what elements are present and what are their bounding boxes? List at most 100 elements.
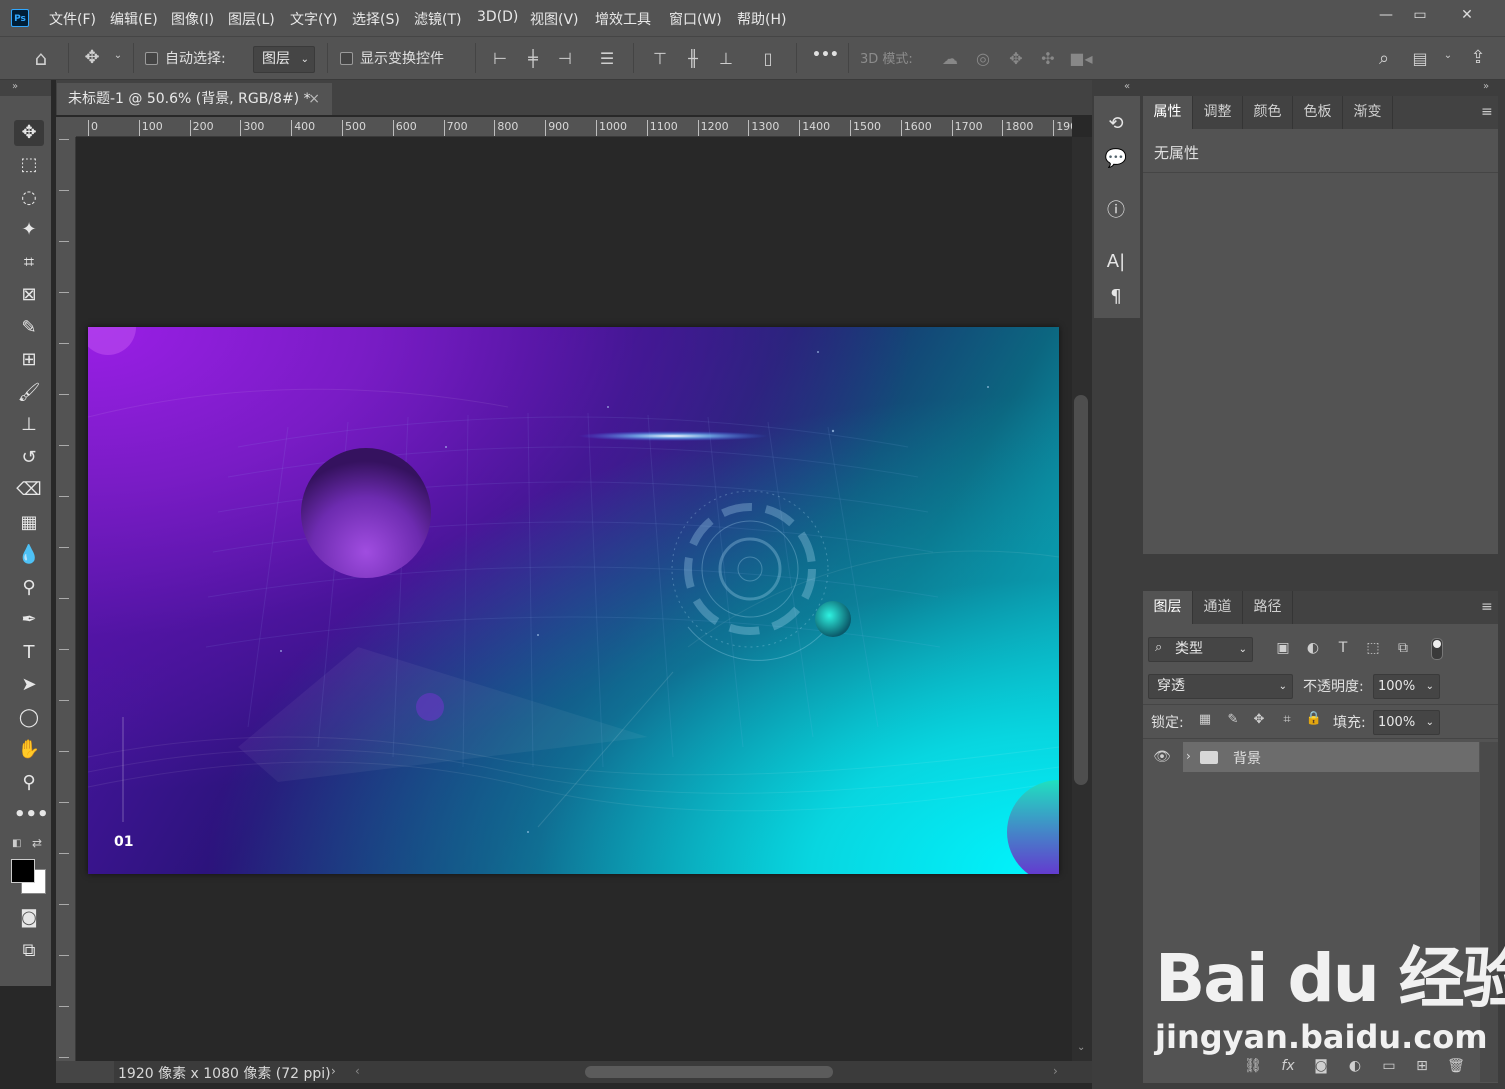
lock-artboard-icon[interactable]: ⌗	[1278, 712, 1296, 727]
fill-input[interactable]: 100% ⌄	[1373, 710, 1440, 735]
menu-filter[interactable]: 滤镜(T)	[414, 9, 461, 29]
collapse-dock-icon[interactable]: «	[1124, 81, 1130, 92]
menu-file[interactable]: 文件(F)	[49, 9, 96, 29]
marquee-tool-icon[interactable]: ⬚	[14, 152, 44, 178]
align-right-icon[interactable]: ⊣	[554, 49, 576, 68]
search-icon[interactable]: ⌕	[1372, 48, 1396, 69]
history-brush-tool-icon[interactable]: ↺	[14, 445, 44, 471]
link-layers-icon[interactable]: ⛓	[1243, 1058, 1263, 1074]
roll-3d-icon[interactable]: ◎	[971, 49, 995, 68]
ellipse-tool-icon[interactable]: ◯	[14, 705, 44, 731]
tab-layers[interactable]: 图层	[1143, 591, 1193, 624]
close-tab-icon[interactable]: ×	[308, 83, 320, 115]
menu-select[interactable]: 选择(S)	[352, 9, 400, 29]
type-tool-icon[interactable]: T	[14, 640, 44, 666]
tab-adjustments[interactable]: 调整	[1193, 96, 1243, 129]
scroll-left-icon[interactable]: ‹	[355, 1064, 360, 1078]
pen-tool-icon[interactable]: ✒	[14, 607, 44, 633]
scale-3d-icon[interactable]: ■◂	[1068, 49, 1094, 68]
edit-toolbar-icon[interactable]: •••	[14, 802, 49, 828]
photoshop-logo-icon[interactable]: Ps	[11, 9, 29, 27]
foreground-color-swatch[interactable]	[11, 859, 35, 883]
layer-filter-select[interactable]: 类型 ⌄	[1148, 637, 1253, 662]
add-mask-icon[interactable]: ◙	[1311, 1058, 1331, 1074]
filter-type-icon[interactable]: T	[1333, 640, 1353, 656]
brush-tool-icon[interactable]: 🖌	[14, 380, 44, 406]
frame-tool-icon[interactable]: ⊠	[14, 282, 44, 308]
hand-tool-icon[interactable]: ✋	[14, 737, 44, 763]
filter-toggle[interactable]	[1431, 638, 1443, 660]
chevron-down-icon[interactable]: ⌄	[111, 50, 125, 61]
new-layer-icon[interactable]: ⊞	[1412, 1058, 1432, 1074]
tab-properties[interactable]: 属性	[1143, 96, 1193, 129]
blend-mode-select[interactable]: 穿透 ⌄	[1148, 674, 1293, 699]
magic-wand-tool-icon[interactable]: ✦	[14, 217, 44, 243]
scroll-down-icon[interactable]: ⌄	[1077, 1042, 1085, 1053]
filter-adjustment-icon[interactable]: ◐	[1303, 640, 1323, 656]
distribute-vertical-icon[interactable]: ▯	[757, 49, 779, 68]
menu-help[interactable]: 帮助(H)	[737, 9, 786, 29]
quick-mask-icon[interactable]: ◙	[14, 905, 44, 931]
move-tool-icon[interactable]: ✥	[14, 120, 44, 146]
tab-channels[interactable]: 通道	[1193, 591, 1243, 624]
panel-menu-icon[interactable]: ≡	[1481, 599, 1493, 615]
menu-3d[interactable]: 3D(D)	[477, 9, 518, 25]
blur-tool-icon[interactable]: 💧	[14, 542, 44, 568]
path-selection-tool-icon[interactable]: ➤	[14, 672, 44, 698]
filter-pixel-icon[interactable]: ▣	[1273, 640, 1293, 656]
new-group-icon[interactable]: ▭	[1379, 1058, 1399, 1074]
visibility-eye-icon[interactable]: 👁	[1151, 749, 1173, 765]
menu-plugins[interactable]: 增效工具	[595, 9, 651, 29]
layer-style-fx-icon[interactable]: fx	[1278, 1058, 1298, 1074]
align-horizontal-center-icon[interactable]: ╪	[522, 49, 544, 68]
home-icon[interactable]: ⌂	[27, 46, 55, 72]
ruler-origin[interactable]	[56, 117, 76, 137]
lasso-tool-icon[interactable]: ◌	[14, 185, 44, 211]
orbit-3d-icon[interactable]: ☁	[938, 49, 962, 68]
delete-layer-icon[interactable]: 🗑	[1446, 1058, 1466, 1074]
default-colors-icon[interactable]: ◧	[12, 838, 21, 849]
scroll-right-icon[interactable]: ›	[1053, 1064, 1058, 1078]
expand-group-icon[interactable]: ›	[1186, 749, 1191, 763]
layer-row[interactable]	[1183, 742, 1479, 772]
menu-layer[interactable]: 图层(L)	[228, 9, 275, 29]
healing-brush-tool-icon[interactable]: ⊞	[14, 347, 44, 373]
tab-paths[interactable]: 路径	[1243, 591, 1293, 624]
panel-menu-icon[interactable]: ≡	[1481, 104, 1493, 120]
share-icon[interactable]: ⇪	[1466, 47, 1490, 68]
tab-color[interactable]: 颜色	[1243, 96, 1293, 129]
align-bottom-icon[interactable]: ⊥	[715, 49, 737, 68]
tab-gradients[interactable]: 渐变	[1343, 96, 1393, 129]
restore-button[interactable]: ▭	[1406, 4, 1434, 26]
paragraph-panel-icon[interactable]: ¶	[1101, 283, 1131, 311]
lock-all-icon[interactable]: 🔒	[1305, 711, 1323, 726]
menu-image[interactable]: 图像(I)	[171, 9, 214, 29]
align-vertical-center-icon[interactable]: ╫	[682, 49, 704, 68]
opacity-input[interactable]: 100% ⌄	[1373, 674, 1440, 699]
document-size-info[interactable]: 1920 像素 x 1080 像素 (72 ppi)	[118, 1063, 331, 1083]
eyedropper-tool-icon[interactable]: ✎	[14, 315, 44, 341]
chevron-down-icon[interactable]: ⌄	[1441, 50, 1455, 61]
screen-mode-icon[interactable]: ⧉	[14, 938, 44, 964]
menu-type[interactable]: 文字(Y)	[290, 9, 337, 29]
info-panel-icon[interactable]: ⓘ	[1101, 197, 1131, 225]
clone-stamp-tool-icon[interactable]: ⊥	[14, 412, 44, 438]
align-left-icon[interactable]: ⊢	[489, 49, 511, 68]
new-adjustment-layer-icon[interactable]: ◐	[1345, 1058, 1365, 1074]
filter-shape-icon[interactable]: ⬚	[1363, 640, 1383, 656]
menu-edit[interactable]: 编辑(E)	[110, 9, 158, 29]
character-panel-icon[interactable]: A|	[1101, 248, 1131, 276]
slide-3d-icon[interactable]: ✣	[1036, 49, 1060, 68]
document-canvas[interactable]: 01	[88, 327, 1059, 874]
close-window-button[interactable]: ✕	[1453, 4, 1481, 26]
filter-smart-object-icon[interactable]: ⧉	[1393, 640, 1413, 656]
layer-name[interactable]: 背景	[1233, 748, 1261, 768]
distribute-horizontal-icon[interactable]: ☰	[596, 49, 618, 68]
zoom-tool-icon[interactable]: ⚲	[14, 770, 44, 796]
menu-view[interactable]: 视图(V)	[530, 9, 579, 29]
menu-window[interactable]: 窗口(W)	[669, 9, 722, 29]
dodge-tool-icon[interactable]: ⚲	[14, 575, 44, 601]
auto-select-checkbox[interactable]	[145, 52, 158, 65]
document-tab[interactable]: 未标题-1 @ 50.6% (背景, RGB/8#) * ×	[57, 83, 332, 115]
lock-pixels-icon[interactable]: ✎	[1224, 712, 1242, 727]
